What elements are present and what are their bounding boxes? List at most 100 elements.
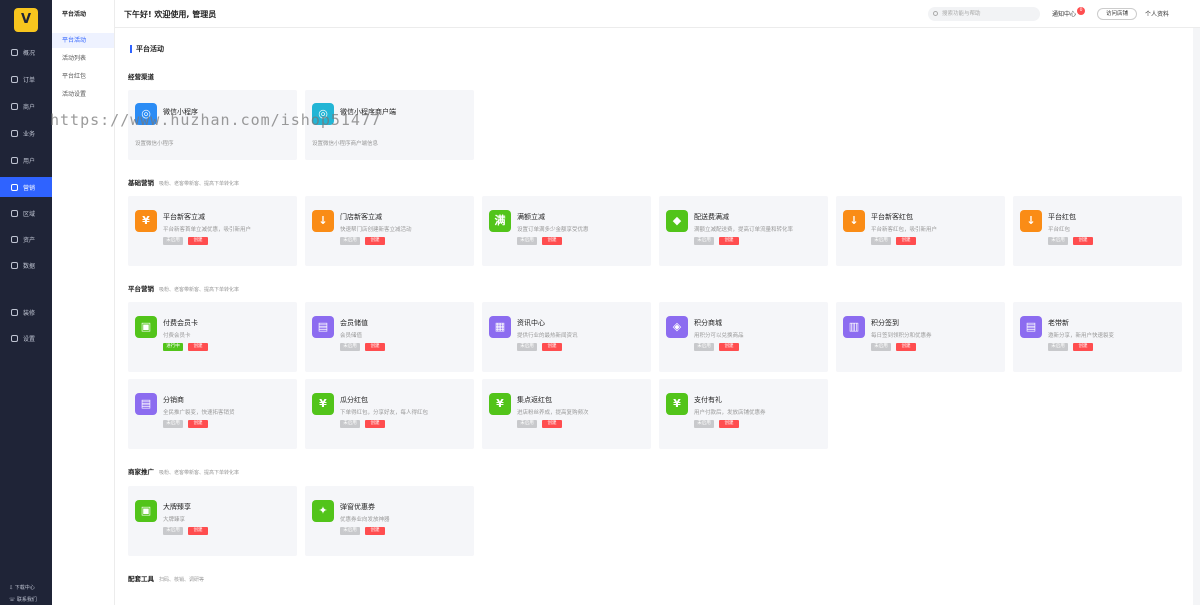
activity-desc: 设置微信小程序商户端信息 (312, 141, 379, 147)
section-tools-title: 配套工具 扫码、核销、调研等 (128, 575, 205, 583)
activity-card[interactable]: 满满额立减 设置订单满多少金额享受优惠 未启用 创建 (482, 196, 651, 266)
activity-icon: ¥ (135, 210, 157, 232)
create-button[interactable]: 创建 (1073, 237, 1093, 245)
activity-card[interactable]: ✦ 弹窗优惠券 优惠券业向发放神器 未启用 创建 (305, 486, 474, 556)
nav-item-3[interactable]: 业务 (0, 123, 52, 143)
nav-item-label: 订单 (23, 76, 36, 84)
activity-card[interactable]: ▤ 分销商 全民推广裂变，快速拓客销货 未启用 创建 (128, 379, 297, 449)
nav-item-6[interactable]: 区域 (0, 203, 52, 223)
status-badge: 未启用 (694, 343, 714, 351)
create-button[interactable]: 创建 (542, 343, 562, 351)
activity-card[interactable]: ◈ 积分商城 用积分可以兑换商品 未启用 创建 (659, 302, 828, 372)
create-button[interactable]: 创建 (188, 420, 208, 428)
activity-card[interactable]: ▤ 老带新 邀新分享，新用户快速裂变 未启用 创建 (1013, 302, 1182, 372)
activity-title: 集点返红包 (517, 396, 552, 404)
activity-desc: 满额立减配送费，提高订单流量和转化率 (694, 227, 794, 233)
download-center-link[interactable]: ⇩ 下载中心 (0, 584, 52, 591)
page-scrollbar[interactable] (1193, 28, 1200, 605)
top-header: 下午好! 欢迎使用, 管理员 搜索功能与帮助 通知中心 0 访问店铺 个人资料 (115, 0, 1200, 28)
create-button[interactable]: 创建 (719, 343, 739, 351)
activity-card[interactable]: ▦ 资讯中心 提供行业的最热新闻资讯 未启用 创建 (482, 302, 651, 372)
nav-item-7[interactable]: 资产 (0, 229, 52, 249)
nav-item-9[interactable]: 装修 (0, 302, 52, 322)
activity-desc: 设置微信小程序 (135, 141, 174, 147)
create-button[interactable]: 创建 (896, 237, 916, 245)
subnav-item-0[interactable]: 平台活动 (52, 33, 114, 48)
create-button[interactable]: 创建 (365, 237, 385, 245)
section-platform-title: 平台营销 吸粉、老客带新客、提高下单转化率 (128, 285, 240, 293)
activity-card[interactable]: ↓ 平台新客红包 平台新客红包，吸引新用户 未启用 创建 (836, 196, 1005, 266)
status-badge: 未启用 (871, 237, 891, 245)
business-icon (11, 129, 18, 137)
activity-card[interactable]: ¥ 集点返红包 进店粉丝养成，提高复购频次 未启用 创建 (482, 379, 651, 449)
asset-icon (11, 235, 18, 243)
nav-item-2[interactable]: 商户 (0, 96, 52, 116)
create-button[interactable]: 创建 (542, 237, 562, 245)
profile-link[interactable]: 个人资料 (1145, 9, 1169, 18)
app-logo[interactable]: V (14, 8, 38, 32)
nav-item-5[interactable]: 营销 (0, 177, 52, 197)
nav-item-8[interactable]: 数据 (0, 255, 52, 275)
activity-card[interactable]: ▥ 积分签到 每日签到领积分和优惠券 未启用 创建 (836, 302, 1005, 372)
create-button[interactable]: 创建 (365, 343, 385, 351)
create-button[interactable]: 创建 (542, 420, 562, 428)
activity-desc: 提供行业的最热新闻资讯 (517, 333, 578, 339)
contact-us-link[interactable]: ☏ 联系我们 (0, 596, 52, 603)
activity-icon: ▤ (135, 393, 157, 415)
nav-item-label: 设置 (23, 335, 36, 343)
watermark-text: https://www.huzhan.com/ishop51477 (50, 111, 382, 129)
activity-icon: ¥ (666, 393, 688, 415)
nav-item-4[interactable]: 用户 (0, 150, 52, 170)
status-badge: 未启用 (694, 420, 714, 428)
subnav-item-3[interactable]: 活动设置 (52, 87, 114, 102)
create-button[interactable]: 创建 (365, 527, 385, 535)
activity-card[interactable]: ▣ 大牌臻享 大牌臻享 未启用 创建 (128, 486, 297, 556)
activity-icon: ↓ (1020, 210, 1042, 232)
status-badge: 未启用 (517, 420, 537, 428)
nav-item-10[interactable]: 设置 (0, 328, 52, 348)
activity-card[interactable]: ¥ 瓜分红包 下单得红包，分享好友，每人得红包 未启用 创建 (305, 379, 474, 449)
activity-card[interactable]: ▤ 会员储值 会员储值 未启用 创建 (305, 302, 474, 372)
notification-center-link[interactable]: 通知中心 (1052, 9, 1076, 18)
create-button[interactable]: 创建 (719, 420, 739, 428)
create-button[interactable]: 创建 (365, 420, 385, 428)
create-button[interactable]: 创建 (188, 527, 208, 535)
marketing-icon (11, 183, 18, 191)
status-badge: 未启用 (1048, 237, 1068, 245)
activity-icon: ▤ (312, 316, 334, 338)
activity-card[interactable]: ¥ 支付有礼 用户付款后，发放店铺优惠券 未启用 创建 (659, 379, 828, 449)
nav-item-0[interactable]: 概况 (0, 42, 52, 62)
activity-card[interactable]: ↓ 门店新客立减 快速帮门店创建新客立减活动 未启用 创建 (305, 196, 474, 266)
activity-title: 积分签到 (871, 319, 899, 327)
status-badge: 未启用 (517, 343, 537, 351)
nav-item-1[interactable]: 订单 (0, 69, 52, 89)
create-button[interactable]: 创建 (1073, 343, 1093, 351)
activity-icon: ◆ (666, 210, 688, 232)
status-badge: 未启用 (694, 237, 714, 245)
search-input[interactable]: 搜索功能与帮助 (928, 7, 1040, 21)
activity-card[interactable]: ¥ 平台新客立减 平台新客首单立减优惠，吸引新用户 未启用 创建 (128, 196, 297, 266)
create-button[interactable]: 创建 (188, 237, 208, 245)
activity-desc: 用积分可以兑换商品 (694, 333, 744, 339)
headset-icon: ☏ (9, 597, 17, 603)
activity-card[interactable]: ▣ 付费会员卡 付费会员卡 进行中 创建 (128, 302, 297, 372)
subnav-title: 平台活动 (62, 11, 87, 18)
status-badge: 未启用 (517, 237, 537, 245)
search-icon (933, 11, 938, 16)
activity-title: 会员储值 (340, 319, 368, 327)
activity-desc: 全民推广裂变，快速拓客销货 (163, 410, 235, 416)
activity-desc: 优惠券业向发放神器 (340, 517, 390, 523)
subnav-item-2[interactable]: 平台红包 (52, 69, 114, 84)
activity-card[interactable]: ↓ 平台红包 平台红包 未启用 创建 (1013, 196, 1182, 266)
create-button[interactable]: 创建 (719, 237, 739, 245)
activity-icon: ▥ (843, 316, 865, 338)
visit-store-button[interactable]: 访问店铺 (1097, 8, 1137, 20)
activity-card[interactable]: ◆ 配送费满减 满额立减配送费，提高订单流量和转化率 未启用 创建 (659, 196, 828, 266)
create-button[interactable]: 创建 (188, 343, 208, 351)
order-icon (11, 75, 18, 83)
subnav-item-1[interactable]: 活动列表 (52, 51, 114, 66)
activity-title: 平台红包 (1048, 213, 1076, 221)
create-button[interactable]: 创建 (896, 343, 916, 351)
activity-desc: 付费会员卡 (163, 333, 191, 339)
overview-icon (11, 48, 18, 56)
